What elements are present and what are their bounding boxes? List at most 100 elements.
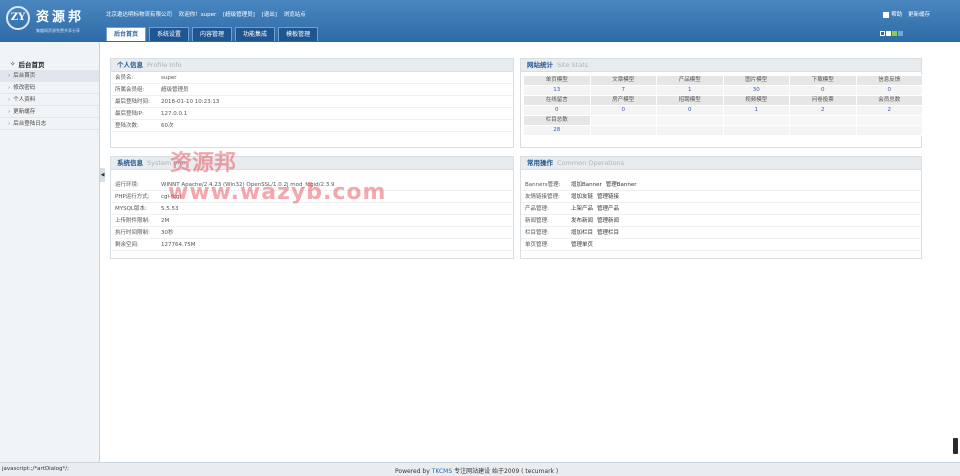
collapse-sidebar-icon[interactable]: ◀ [100, 168, 105, 182]
stat-value[interactable]: 1 [656, 85, 724, 96]
stat-value[interactable]: 0 [589, 105, 657, 116]
sidebar-item-password[interactable]: › 修改密码 [0, 82, 99, 94]
stat-label: 下载模型 [789, 75, 857, 86]
add-column-link[interactable]: 增加栏目 [571, 230, 593, 236]
manage-news-link[interactable]: 管理新闻 [597, 218, 619, 224]
stat-value[interactable]: 2 [855, 105, 923, 116]
stat-label: 招聘模型 [656, 95, 724, 106]
sidebar: ✧ 后台首页 › 后台首页 › 修改密码 › 个人资料 › 更新缓存 › 后台登陆日志 [0, 42, 100, 462]
status-url: javascript:;/*artDialog*/; [2, 466, 69, 472]
home-icon: ✧ [10, 60, 16, 68]
empty-cell [789, 125, 857, 136]
stat-value[interactable]: 2 [789, 105, 857, 116]
status-bar: javascript:;/*artDialog*/; Powered by TK… [0, 462, 960, 476]
scrollbar-thumb[interactable] [953, 438, 958, 454]
empty-cell [589, 125, 657, 136]
empty-cell [855, 115, 923, 126]
manage-single-page-link[interactable]: 管理单页 [571, 242, 593, 248]
publish-news-link[interactable]: 发布新闻 [571, 218, 593, 224]
table-row: 剩余空间: 127764.75M [111, 239, 513, 251]
stat-label: 产品模型 [656, 75, 724, 86]
footer-powered: Powered by TKCMS 专注网站建设 始于2009 ( tecumar… [395, 468, 559, 475]
sidebar-title: ✧ 后台首页 [0, 42, 99, 70]
add-banner-link[interactable]: 增加Banner [571, 182, 602, 188]
stat-label: 视频模型 [722, 95, 790, 106]
table-row: 新闻管理: 发布新闻 管理新闻 [521, 215, 921, 227]
table-row: 上传附件限制: 2M [111, 215, 513, 227]
add-product-link[interactable]: 上架产品 [571, 206, 593, 212]
top-right-links: 帮助 更新缓存 [879, 10, 930, 18]
stat-value[interactable]: 13 [523, 85, 591, 96]
table-row: 产品管理: 上架产品 管理产品 [521, 203, 921, 215]
sidebar-item-login-log[interactable]: › 后台登陆日志 [0, 118, 99, 130]
logo-slogan: 集趣网资源免费共享分享 [36, 28, 80, 33]
theme-swatch[interactable] [892, 31, 897, 36]
arrow-icon: › [8, 121, 11, 127]
table-row: 单页管理: 管理单页 [521, 239, 921, 251]
watermark-text: 资源邦 [170, 150, 237, 176]
stat-label: 会员总数 [855, 95, 923, 106]
empty-cell [589, 115, 657, 126]
tab-system-settings[interactable]: 系统设置 [149, 27, 190, 41]
empty-cell [855, 125, 923, 136]
user-info: 北京遨达明标物流有限公司 欢迎你！super [超级管理员] [退出] 浏览站点 [106, 10, 311, 18]
stat-value[interactable]: 0 [523, 105, 591, 116]
tab-home[interactable]: 后台首页 [106, 27, 147, 41]
tab-features[interactable]: 功能集成 [235, 27, 276, 41]
tkcms-link[interactable]: TKCMS [432, 468, 452, 475]
empty-cell [722, 125, 790, 136]
stat-label: 在线留言 [523, 95, 591, 106]
arrow-icon: › [8, 73, 11, 79]
empty-cell [656, 125, 724, 136]
sidebar-title-label: 后台首页 [18, 61, 45, 69]
sidebar-item-home[interactable]: › 后台首页 [0, 70, 99, 82]
stat-value[interactable]: 0 [789, 85, 857, 96]
theme-switcher [880, 31, 903, 36]
theme-swatch[interactable] [880, 31, 885, 36]
main-nav: 后台首页 系统设置 内容管理 功能集成 模板管理 [106, 27, 319, 41]
manage-column-link[interactable]: 管理栏目 [597, 230, 619, 236]
stat-label: 信息反馈 [855, 75, 923, 86]
empty-cell [722, 115, 790, 126]
panel-header: 个人信息 Profile Info [111, 59, 513, 72]
table-row: 最后登陆IP: 127.0.0.1 [111, 108, 513, 120]
manage-links-link[interactable]: 管理链接 [597, 194, 619, 200]
empty-cell [789, 115, 857, 126]
arrow-icon: › [8, 109, 11, 115]
logo: ZY 资源邦 集趣网资源免费共享分享 [4, 4, 94, 38]
stat-value[interactable]: 1 [722, 105, 790, 116]
manage-banner-link[interactable]: 管理Banner [606, 182, 637, 188]
help-icon [883, 11, 890, 18]
stat-label: 图片模型 [722, 75, 790, 86]
refresh-cache-link[interactable]: 更新缓存 [908, 12, 930, 18]
manage-product-link[interactable]: 管理产品 [597, 206, 619, 212]
stat-value[interactable]: 0 [855, 85, 923, 96]
sidebar-item-refresh-cache[interactable]: › 更新缓存 [0, 106, 99, 118]
sidebar-item-profile[interactable]: › 个人资料 [0, 94, 99, 106]
theme-swatch[interactable] [898, 31, 903, 36]
theme-swatch[interactable] [886, 31, 891, 36]
table-row: 最后登陆时间: 2018-01-10 10:23:13 [111, 96, 513, 108]
stat-label: 单页模型 [523, 75, 591, 86]
table-row: Banners管理: 增加Banner 管理Banner [521, 179, 921, 191]
stat-value[interactable]: 7 [589, 85, 657, 96]
site-stats-panel: 网站统计 Site Stats 单页模型 文章模型 产品模型 图片模型 下载模型 … [520, 58, 923, 148]
table-row: 执行时间限制: 30秒 [111, 227, 513, 239]
role-link[interactable]: [超级管理员] [223, 12, 255, 18]
stat-label: 房产模型 [589, 95, 657, 106]
tab-templates[interactable]: 模板管理 [278, 27, 319, 41]
table-row: 所属会员组: 超级管理员 [111, 84, 513, 96]
logo-mark: ZY [6, 6, 30, 30]
profile-panel: 个人信息 Profile Info 会员名: super 所属会员组: 超级管理员 最… [110, 58, 514, 148]
help-link[interactable]: 帮助 [883, 11, 902, 18]
logout-link[interactable]: [退出] [262, 12, 277, 18]
stat-value[interactable]: 28 [523, 125, 591, 136]
browse-site-link[interactable]: 浏览站点 [284, 12, 306, 18]
top-header: ZY 资源邦 集趣网资源免费共享分享 北京遨达明标物流有限公司 欢迎你！supe… [0, 0, 960, 42]
welcome-text: 欢迎你！super [178, 12, 217, 18]
tab-content[interactable]: 内容管理 [192, 27, 233, 41]
add-friend-link[interactable]: 增加友链 [571, 194, 593, 200]
stat-label: 问卷投票 [789, 95, 857, 106]
stat-value[interactable]: 30 [722, 85, 790, 96]
stat-value[interactable]: 0 [656, 105, 724, 116]
